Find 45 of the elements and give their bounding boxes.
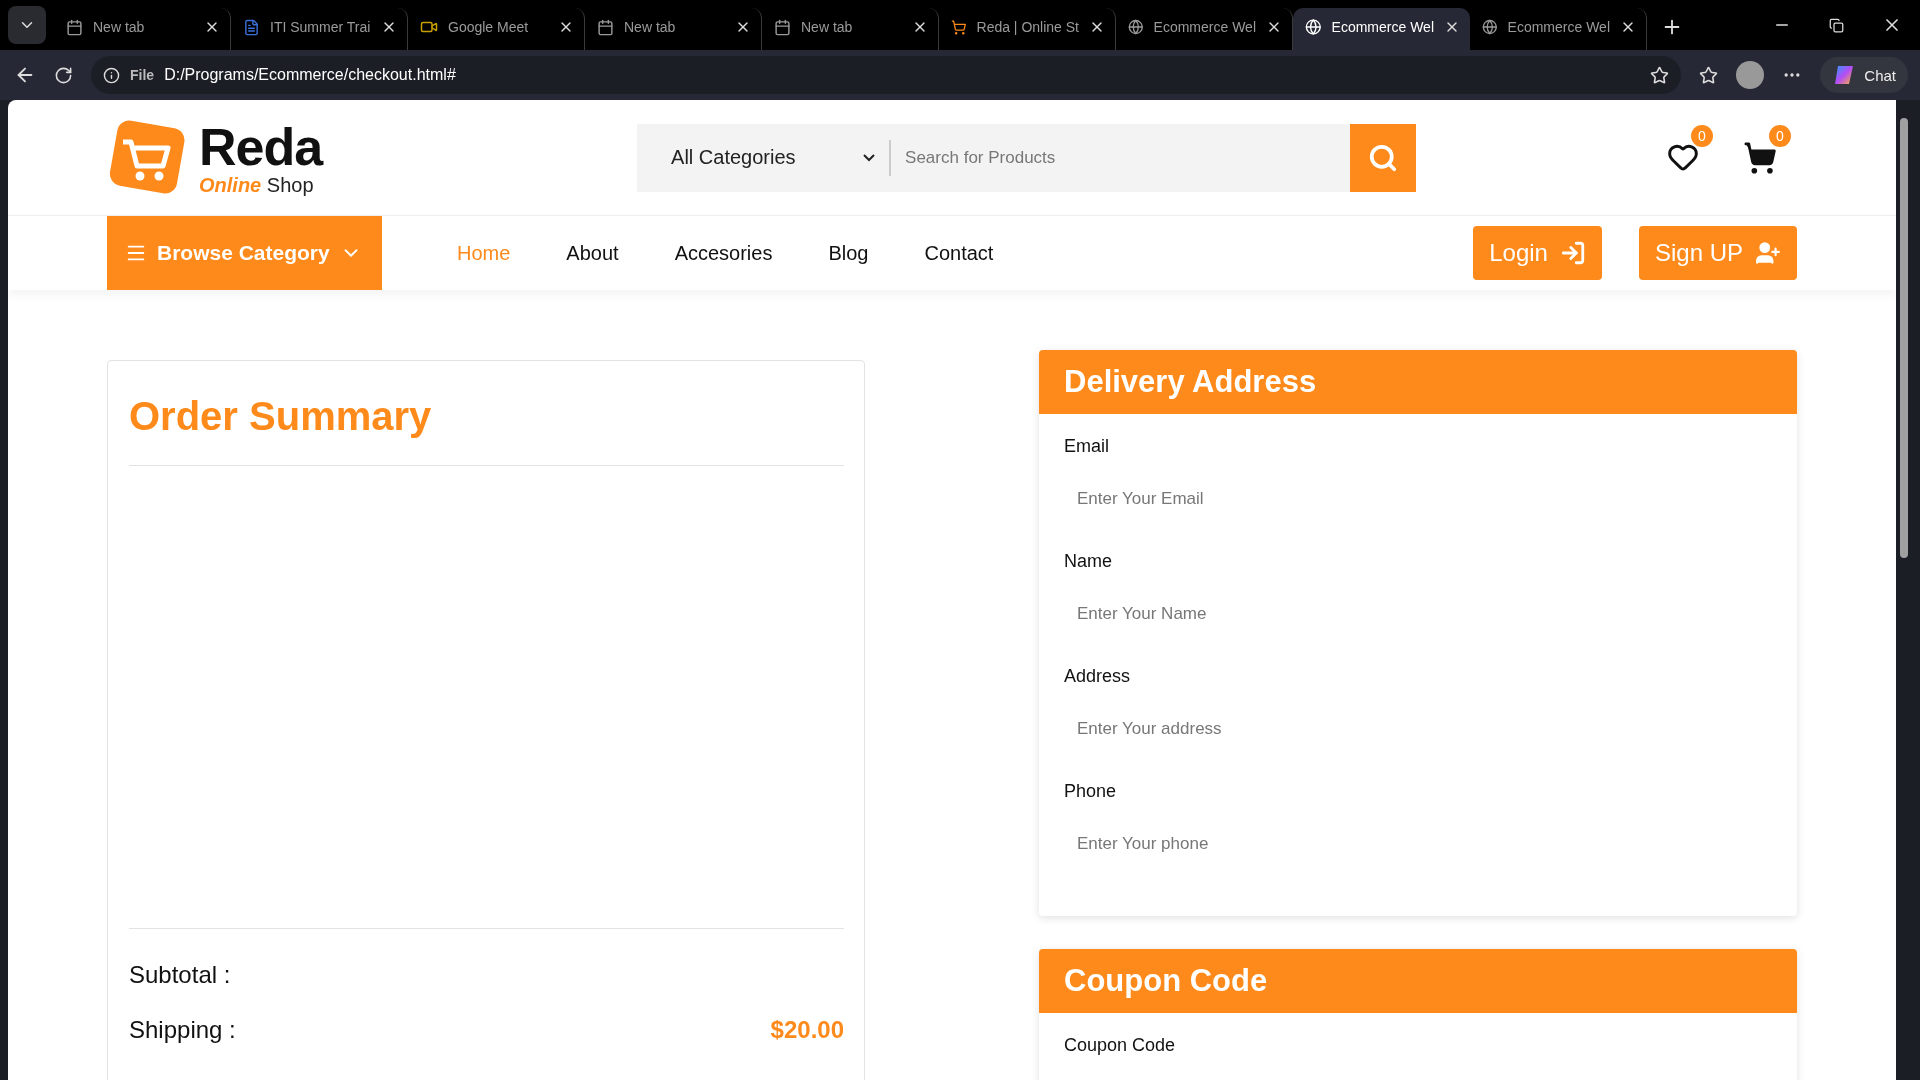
cart-icon [951,18,967,36]
chat-button[interactable]: Chat [1820,57,1908,93]
card-title: Coupon Code [1039,949,1797,1013]
nav-link[interactable]: About [566,241,619,265]
reload-icon[interactable] [54,65,73,85]
field-label: Phone [1064,781,1118,802]
scrollbar-thumb[interactable] [1900,118,1908,558]
summary-label: Subtotal : [129,961,231,989]
logo-tagline: Online Shop [199,174,315,195]
globe-icon [1482,18,1498,36]
cart-icon [1743,140,1777,175]
address-bar[interactable]: File D:/Programs/Ecommerce/checkout.html# [91,56,1682,94]
document-icon [243,18,260,36]
nav-link[interactable]: Accesories [674,241,773,265]
url-text: D:/Programs/Ecommerce/checkout.html# [164,66,456,84]
globe-icon [1305,18,1322,36]
add-user-icon [1755,240,1781,266]
chevron-down-icon [863,153,876,162]
cart-button[interactable] [1743,140,1777,175]
url-scheme: File [130,67,155,83]
page-icon [66,18,83,36]
nav-link[interactable]: Contact [924,241,994,265]
count-badge: 0 [1769,124,1791,147]
login-icon [1559,240,1586,266]
favorites-icon[interactable] [1699,65,1719,85]
summary-label: Shipping : [129,1016,236,1044]
field-label: Email [1064,436,1110,457]
count-badge: 0 [1691,124,1713,147]
summary-value: $20.00 [770,1016,844,1044]
page-icon [597,18,614,36]
card-title: Order Summary [129,361,844,466]
restore-icon[interactable] [1829,17,1844,33]
browser-tab[interactable]: Ecommerce Wel [1293,8,1470,50]
profile-avatar[interactable] [1736,61,1765,89]
nav-link[interactable]: Blog [828,241,869,265]
page-icon [774,18,791,36]
favorite-star-icon[interactable] [1650,65,1670,85]
logo-wordmark: Reda [199,120,323,173]
field-label: Coupon Code [1064,1035,1177,1056]
info-icon [103,66,120,84]
globe-icon [1128,18,1144,36]
field-label: Name [1064,551,1113,572]
card-title: Delivery Address [1039,350,1797,414]
field-label: Address [1064,666,1132,687]
search-icon [1368,142,1399,173]
